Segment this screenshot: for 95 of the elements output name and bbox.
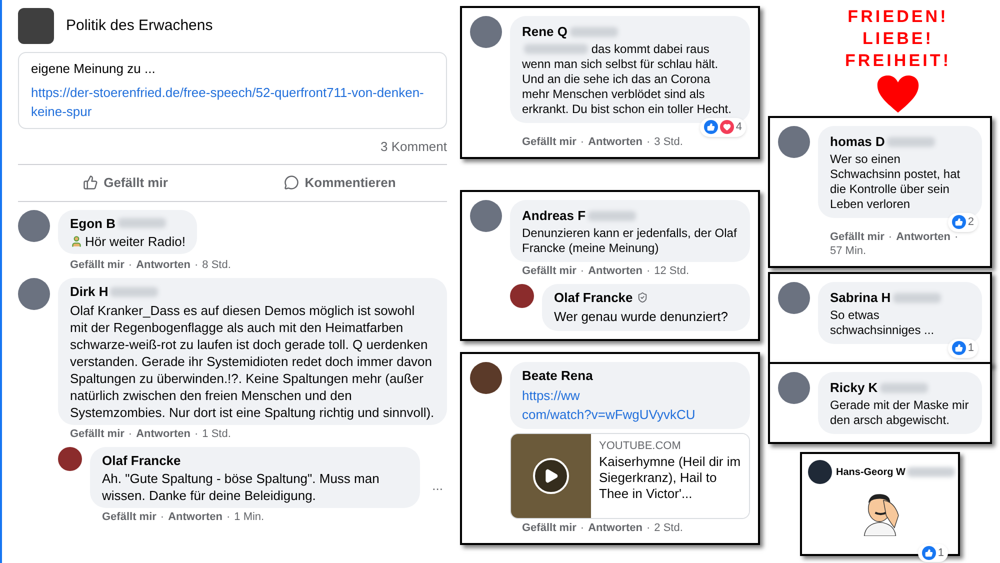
separator-dot: · (580, 134, 584, 148)
comment-text: Gerade mit der Maske mir den arsch abgewischt. (830, 398, 970, 428)
comment-time: 1 Std. (202, 426, 231, 440)
author-name[interactable]: Dirk H (70, 282, 108, 302)
post-snippet: eigene Meinung zu ... (31, 60, 156, 78)
avatar (58, 446, 82, 470)
like-link[interactable]: Gefällt mir (70, 426, 124, 440)
like-link[interactable]: Gefällt mir (830, 230, 884, 244)
avatar (778, 126, 810, 158)
link-domain: YOUTUBE.COM (599, 438, 682, 454)
author-name[interactable]: Olaf Francke (554, 288, 633, 307)
comment-time: 8 Std. (202, 258, 231, 272)
separator-dot: · (646, 264, 650, 278)
author-name[interactable]: Rene Q (522, 22, 568, 42)
comment-text: Wer so einen Schwachsinn postet, hat die Kontrolle über sein Leben verloren (830, 152, 962, 212)
separator-dot: · (888, 230, 892, 244)
comment-time: 3 Std. (654, 134, 683, 148)
thumbs-up-icon (82, 175, 98, 190)
author-name[interactable]: homas D (830, 132, 885, 152)
like-reaction-icon (952, 215, 966, 230)
reaction-count-pill[interactable]: 2 (948, 213, 978, 232)
reply-link[interactable]: Antworten (136, 426, 190, 440)
article-link[interactable]: https://der-stoerenfried.de/free-speech/52-querfront711-von-denken-keine-spur (31, 82, 434, 122)
like-button[interactable]: Gefällt mir (18, 169, 232, 196)
comment-text: Hör weiter Radio! (85, 233, 186, 250)
separator-dot: · (128, 426, 132, 440)
comment-text: das kommt dabei raus wenn man sich selbst für schlau hält. Und an die sehe ich das an Corona mehr Menschen verblödet sind als erkrankt. Du bist schon ein toller Hecht. (522, 42, 732, 116)
slogan-text: FREIHEIT! (844, 50, 952, 72)
like-link[interactable]: Gefällt mir (522, 264, 576, 278)
author-name[interactable]: Ricky K (830, 378, 878, 398)
like-link[interactable]: Gefällt mir (522, 520, 576, 534)
comment-text: So etwas schwachsinniges ... (830, 308, 936, 338)
link-preview-card[interactable]: eigene Meinung zu ... https://der-stoerenfried.de/free-speech/52-querfront711-von-denken-keine-spur (18, 52, 447, 128)
slogan-text: LIEBE! (862, 28, 934, 50)
author-name[interactable]: Sabrina H (830, 288, 891, 308)
like-reaction-icon (704, 120, 718, 134)
avatar (470, 362, 502, 394)
comment-time: 57 Min. (830, 244, 866, 258)
reply-link[interactable]: Antworten (136, 258, 190, 272)
separator-dot: · (194, 426, 198, 440)
reaction-count-pill[interactable]: 1 (918, 544, 948, 562)
more-options-button[interactable]: ... (428, 476, 447, 495)
reply-link[interactable]: Antworten (588, 264, 642, 278)
comment-button[interactable]: Kommentieren (232, 169, 447, 196)
comment-text: Wer genau wurde denunziert? (554, 308, 729, 326)
page-photo-placeholder[interactable] (18, 8, 54, 44)
reply-link[interactable]: Antworten (588, 520, 642, 534)
reaction-count-pill[interactable]: 4 (700, 118, 746, 136)
comment-text: Ah. "Gute Spaltung - böse Spaltung". Muss man wissen. Danke für deine Beleidigung. (102, 470, 380, 504)
link-preview[interactable]: YOUTUBE.COM Kaiserhymne (Heil dir im Siegerkranz), Hail to Thee in Victor'... (510, 432, 750, 518)
comment-text: Olaf Kranker_Dass es auf diesen Demos möglich ist sowohl mit der Regenbogenflagge als auch mit den Heimatfarben schwarze-weiß-rot zu laufen ist doch gerade toll. Q uerdenken verstanden. Gerade ihr Systemidioten redet doch immer davon Spaltungen zu überwinden.!?. Keine Spaltungen mehr (außer natürlich zwischen den freien Menschen und den Systemzombies. Nur dort ist eine Spaltung richtig und sinnvoll). (70, 302, 435, 420)
comment-time: 1 Min. (234, 510, 264, 524)
separator-dot: · (128, 258, 132, 272)
link-title: Kaiserhymne (Heil dir im Siegerkranz), Hail to Thee in Victor'... (599, 454, 741, 502)
reply-link[interactable]: Antworten (588, 134, 642, 148)
separator-dot: · (194, 258, 198, 272)
avatar (470, 16, 502, 48)
avatar (778, 282, 810, 314)
avatar (778, 372, 810, 404)
slogan-text: FRIEDEN! (848, 6, 948, 28)
avatar (470, 200, 502, 232)
separator-dot: · (160, 510, 164, 524)
video-link[interactable]: com/watch?v=wFwgUVyvkCU (522, 405, 696, 424)
like-link[interactable]: Gefällt mir (102, 510, 156, 524)
avatar (18, 278, 50, 310)
comment-text: Denunzieren kann er jedenfalls, der Olaf Francke (meine Meinung) (522, 226, 738, 256)
video-link[interactable]: https://ww (522, 386, 580, 405)
separator-dot: · (580, 520, 584, 534)
separator-dot: · (646, 520, 650, 534)
avatar (808, 460, 832, 484)
separator-dot: · (954, 230, 958, 244)
comment-time: 12 Std. (654, 264, 689, 278)
separator-dot: · (226, 510, 230, 524)
play-icon[interactable] (533, 458, 569, 494)
avatar (18, 210, 50, 242)
page-name[interactable]: Politik des Erwachens (66, 14, 213, 38)
author-name[interactable]: Egon B (70, 214, 116, 233)
avatar (510, 284, 534, 308)
author-name[interactable]: Beate Rena (522, 366, 593, 386)
speech-bubble-icon (284, 175, 299, 190)
separator-dot: · (580, 264, 584, 278)
reaction-count-pill[interactable]: 1 (948, 339, 978, 358)
author-name[interactable]: Andreas F (522, 206, 586, 226)
separator-dot: · (646, 134, 650, 148)
like-link[interactable]: Gefällt mir (522, 134, 576, 148)
comment-time: 2 Std. (654, 520, 683, 534)
heart-icon (876, 74, 920, 114)
like-reaction-icon (922, 546, 936, 560)
like-link[interactable]: Gefällt mir (70, 258, 124, 272)
reply-link[interactable]: Antworten (168, 510, 222, 524)
author-name[interactable]: Hans-Georg W (836, 464, 906, 480)
comment-count[interactable]: 3 Komment (380, 136, 447, 156)
reply-link[interactable]: Antworten (896, 230, 950, 244)
like-reaction-icon (952, 341, 966, 356)
author-name[interactable]: Olaf Francke (102, 450, 181, 470)
